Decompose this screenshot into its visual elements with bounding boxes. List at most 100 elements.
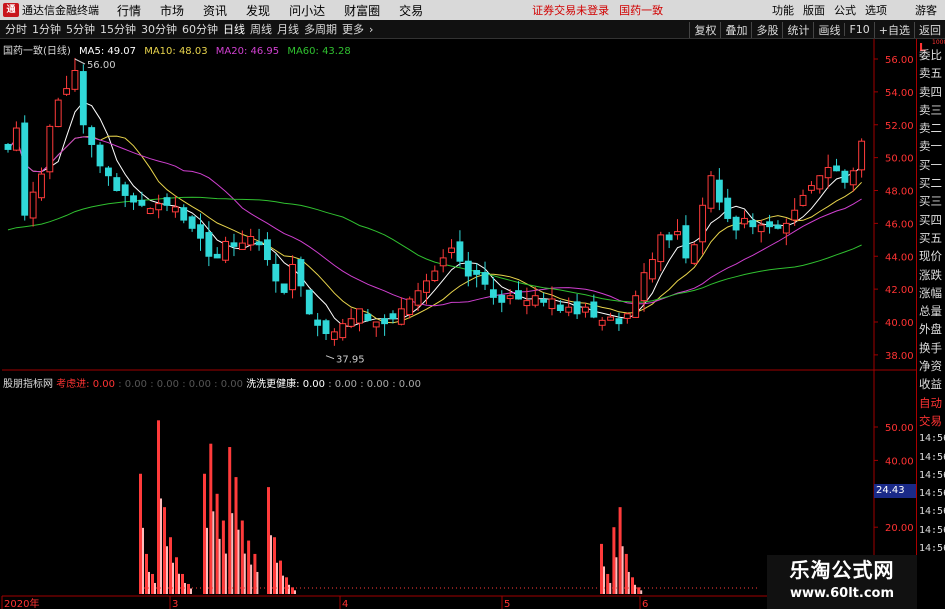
quote-side-panel: L 1000 委比卖五卖四卖三卖二卖一买一买二买三买四买五现价涨跌涨幅总量外盘换… [916,39,945,609]
candle-down [280,283,288,293]
candle-up [548,298,556,310]
candle-down [456,241,464,262]
candle-down [665,234,673,241]
watermark-title: 乐淘公式网 [789,558,895,582]
candle-down [615,318,623,325]
candle-up [632,295,640,318]
panel-field-8: 买三 [919,194,942,209]
candle-down [305,289,313,315]
candle-up [397,308,405,325]
candle-up [238,242,246,250]
panel-field-1: 卖五 [919,66,942,81]
candle-down [774,224,782,229]
indicator-bar-light [276,562,278,594]
panel-field-9: 买四 [919,212,942,227]
indicator-bar-light [288,584,290,594]
indicator-bar-light [294,590,296,594]
panel-field-4: 卖二 [919,121,942,136]
candle-up [289,263,296,291]
candle-down [498,294,506,303]
panel-field-21: 14:56 [919,433,945,445]
candle-down [121,184,129,196]
indicator-bar-light [621,546,624,594]
kline-chart[interactable]: 56.00 54.00 52.00 50.00 48.00 46.00 44.00 42.00… [0,0,945,609]
site-watermark: 乐淘公式网 www.60lt.com [767,555,917,609]
panel-field-10: 买五 [919,230,942,245]
candlestick-series [4,57,866,346]
ma5-label: MA5: 49.07 [79,46,137,57]
indicator-bar [145,553,148,594]
price-tick-label: 52.00 [885,121,914,132]
indicator-values: : 0.00 : 0.00 : 0.00 : 0.00 [118,379,243,390]
indicator-bar [228,447,232,594]
candle-down [364,313,372,321]
indicator-bar-light [282,575,284,594]
indicator-name[interactable]: 股朋指标网 [3,379,53,390]
indicator-bar [234,477,238,594]
time-label: 3 [172,599,178,609]
candle-up [71,70,79,90]
panel-field-7: 买二 [919,176,942,191]
indicator-bar [631,577,634,594]
candle-up [155,203,163,211]
candle-down [138,199,146,206]
ma60-line [7,196,862,303]
sub-tick-label: 50.00 [885,423,914,434]
indicator-bar [215,493,219,594]
candle-up [648,259,656,280]
candle-up [707,175,715,209]
high-label: 56.00 [87,60,116,71]
candle-up [46,125,54,173]
indicator-bar [618,507,622,594]
price-tick-label: 48.00 [885,187,914,198]
candle-down [732,216,740,231]
panel-field-24: 14:56 [919,488,945,500]
indicator-bar-light [190,588,192,594]
price-tick-label: 54.00 [885,88,914,99]
candle-down [841,170,849,183]
candle-up [247,236,255,246]
candle-down [79,71,87,126]
candle-down [381,318,389,325]
indicator-bar-light [231,513,234,594]
candle-up [330,331,338,340]
price-tick-label: 50.00 [885,154,914,165]
indicator-bar-light [603,566,605,594]
price-tick-label: 42.00 [885,285,914,296]
indicator-bar [139,473,142,594]
candle-up [171,206,179,213]
indicator-bar-light [250,564,253,594]
candle-up [356,308,363,324]
candle-down [272,263,280,282]
candle-up [414,290,422,306]
candle-up [63,88,71,95]
indicator-bar-light [148,571,150,594]
panel-field-6: 买一 [919,157,942,172]
panel-field-11: 现价 [919,249,942,264]
indicator-bar [181,573,184,594]
candle-down [464,260,472,277]
indicator-bar-light [212,511,215,594]
sub-legend: 股朋指标网 考虑进: 0.00 : 0.00 : 0.00 : 0.00 : 0… [3,375,421,390]
indicator-bar [637,587,641,594]
indicator-bar [169,537,172,594]
indicator-bar-light [218,538,221,594]
ma10-label: MA10: 48.03 [144,46,208,57]
candle-up [657,234,665,263]
candle-down [515,290,522,300]
indicator-bar-light [627,571,630,594]
candle-down [4,143,12,150]
panel-field-13: 涨幅 [919,285,942,300]
panel-field-19: 自动 [919,395,942,410]
sub-tick-label: 20.00 [885,523,914,534]
candle-up [607,316,614,321]
indicator-bar [221,520,225,594]
candle-down [473,270,481,275]
candle-up [29,191,37,219]
price-tick-label: 38.00 [885,351,914,362]
candle-up [146,208,154,215]
candle-up [523,300,531,307]
candle-up [582,306,589,313]
indicator-bar [253,553,257,594]
candle-down [130,195,137,203]
